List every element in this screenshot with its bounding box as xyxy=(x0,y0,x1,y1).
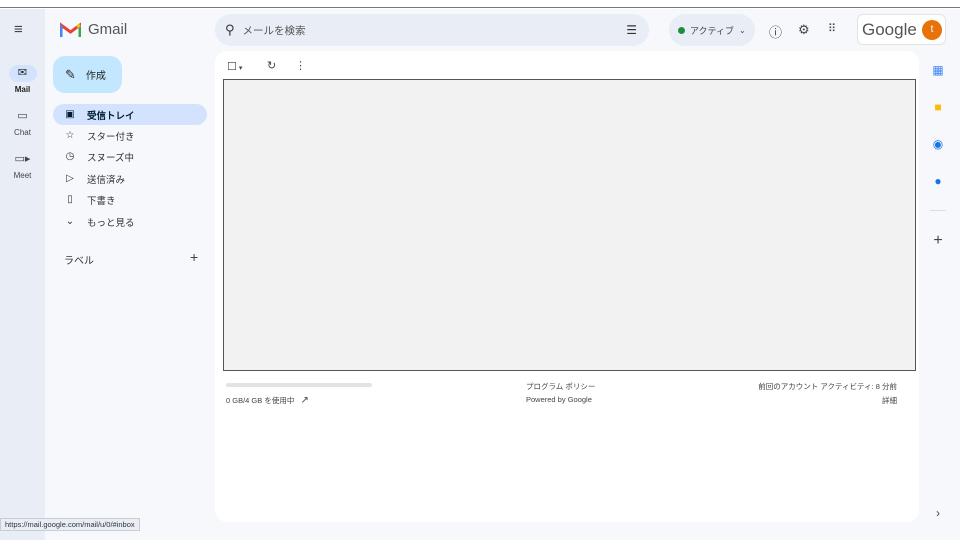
status-bar-url: https://mail.google.com/mail/u/0/#inbox xyxy=(0,518,140,531)
add-label-button[interactable]: + xyxy=(190,249,198,265)
gmail-app: ≡ ✉ Mail ▭ Chat ▭▸ Meet Gmail ✎ 作成 ▣ 受信トレイ ☆ ス… xyxy=(0,9,960,540)
rail-chat[interactable]: ▭ Chat xyxy=(0,108,45,137)
message-list xyxy=(223,79,916,371)
keep-icon[interactable]: ■ xyxy=(928,97,948,117)
main-menu-icon[interactable]: ≡ xyxy=(14,21,23,38)
chat-icon: ▭ xyxy=(17,110,28,122)
nav-starred[interactable]: ☆ スター付き xyxy=(53,125,207,146)
nav-label: 受信トレイ xyxy=(87,110,135,122)
send-icon: ▷ xyxy=(66,173,74,184)
mail-icon: ✉ xyxy=(8,65,37,82)
rail-label: Mail xyxy=(14,85,31,94)
powered-by: Powered by Google xyxy=(526,395,592,404)
account-button[interactable]: Google t xyxy=(857,14,946,45)
rail-mail[interactable]: ✉ Mail xyxy=(0,65,45,94)
browser-top-strip xyxy=(0,0,960,8)
more-vert-icon[interactable]: ⋮ xyxy=(295,59,306,72)
chevron-down-icon: ⌄ xyxy=(65,216,75,227)
pencil-icon: ✎ xyxy=(65,66,76,82)
nav-label: スター付き xyxy=(87,131,135,143)
calendar-icon[interactable]: ▦ xyxy=(928,60,948,80)
search-options-icon[interactable]: ☰ xyxy=(626,23,637,37)
gear-icon[interactable]: ⚙ xyxy=(798,22,810,38)
search-input[interactable]: メールを検索 xyxy=(243,23,306,38)
compose-label: 作成 xyxy=(85,71,106,82)
storage-text: 0 GB/4 GB を使用中 xyxy=(226,396,295,405)
clock-icon: ◷ xyxy=(65,151,75,162)
nav-label: もっと見る xyxy=(87,217,135,229)
star-icon: ☆ xyxy=(65,130,75,141)
nav-drafts[interactable]: ▯ 下書き xyxy=(53,189,207,210)
help-icon[interactable]: ⓘ xyxy=(769,22,782,41)
nav-snoozed[interactable]: ◷ スヌーズ中 xyxy=(53,146,207,167)
status-dropdown[interactable]: アクティブ ⌄ xyxy=(669,14,755,46)
rail-meet[interactable]: ▭▸ Meet xyxy=(0,151,45,180)
gmail-m-icon xyxy=(60,21,81,37)
contacts-icon[interactable]: ● xyxy=(928,171,948,191)
nav-sent[interactable]: ▷ 送信済み xyxy=(53,168,207,189)
status-label: アクティブ xyxy=(690,25,735,36)
external-link-icon[interactable]: ↗ xyxy=(300,395,308,406)
apps-grid-icon[interactable]: ⠿ xyxy=(828,22,836,35)
add-addon-icon[interactable]: + xyxy=(928,231,948,251)
chevron-down-icon: ⌄ xyxy=(739,25,746,35)
expand-panel-icon[interactable]: › xyxy=(928,503,948,523)
app-name: Gmail xyxy=(88,21,128,38)
labels-heading: ラベル xyxy=(64,256,94,267)
nav-more[interactable]: ⌄ もっと見る xyxy=(53,211,207,232)
storage-bar xyxy=(226,383,372,387)
compose-button[interactable]: ✎ 作成 xyxy=(53,56,122,93)
rail-label: Chat xyxy=(14,128,31,137)
side-divider xyxy=(930,210,946,211)
nav-label: 下書き xyxy=(87,195,116,207)
refresh-icon[interactable]: ↻ xyxy=(267,59,276,72)
gmail-logo[interactable]: Gmail xyxy=(60,21,127,38)
main-panel: ☐ ▾ ↻ ⋮ 0 GB/4 GB を使用中 ↗ プログラム ポリシー Powe… xyxy=(215,51,919,522)
search-bar[interactable]: ⚲ メールを検索 ☰ xyxy=(215,14,649,46)
search-icon[interactable]: ⚲ xyxy=(225,22,235,38)
storage-usage: 0 GB/4 GB を使用中 ↗ xyxy=(226,395,309,406)
inbox-icon: ▣ xyxy=(65,109,75,120)
status-dot-icon xyxy=(678,26,685,34)
draft-icon: ▯ xyxy=(67,194,73,205)
tasks-icon[interactable]: ◉ xyxy=(928,134,948,154)
nav-label: 送信済み xyxy=(87,174,126,186)
rail-label: Meet xyxy=(13,171,32,180)
nav-inbox[interactable]: ▣ 受信トレイ xyxy=(53,104,207,125)
video-icon: ▭▸ xyxy=(14,153,31,165)
app-rail: ≡ ✉ Mail ▭ Chat ▭▸ Meet xyxy=(0,9,45,540)
google-logo: Google xyxy=(862,20,917,39)
program-policy-link[interactable]: プログラム ポリシー xyxy=(526,381,595,392)
nav-label: スヌーズ中 xyxy=(87,152,135,164)
avatar[interactable]: t xyxy=(922,20,942,40)
last-activity: 前回のアカウント アクティビティ: 8 分前 xyxy=(758,382,897,391)
select-all-checkbox[interactable]: ☐ ▾ xyxy=(227,60,242,73)
details-link[interactable]: 詳細 xyxy=(882,395,897,406)
